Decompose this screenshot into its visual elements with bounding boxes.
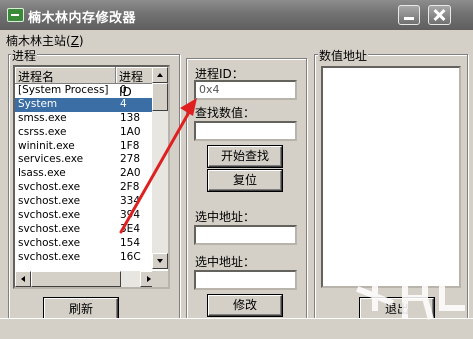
process-list-hscrollbar[interactable] (15, 271, 156, 287)
process-id: 3E4 (120, 222, 140, 235)
address-list[interactable] (321, 66, 461, 288)
start-search-button[interactable]: 开始查找 (207, 145, 283, 168)
process-name: svchost.exe (18, 222, 81, 235)
process-name: svchost.exe (18, 209, 81, 222)
process-id: 2A0 (120, 167, 141, 180)
scroll-corner (152, 271, 168, 287)
table-row[interactable]: services.exe 278 (15, 153, 156, 167)
menu-item-main-site-label: 楠木林主站( (6, 34, 71, 48)
process-id: 16C (120, 250, 141, 263)
process-name: System (18, 97, 58, 110)
process-list-vscrollbar[interactable] (152, 67, 168, 269)
table-row[interactable]: svchost.exe 154 (15, 237, 156, 251)
table-row[interactable]: System 4 (15, 97, 156, 112)
reset-button[interactable]: 复位 (207, 169, 283, 192)
close-button[interactable] (428, 5, 451, 25)
process-name: svchost.exe (18, 250, 81, 263)
pid-field[interactable]: 0x4 (194, 80, 297, 100)
process-id: 334 (120, 195, 141, 208)
process-name: svchost.exe (18, 195, 81, 208)
search-value-field[interactable] (194, 121, 297, 141)
process-id: 0 (120, 84, 127, 96)
process-id: 154 (120, 236, 141, 249)
table-row[interactable]: svchost.exe 16C (15, 251, 156, 265)
column-header-name[interactable]: 进程名 (15, 67, 116, 84)
scroll-left-button[interactable] (15, 271, 31, 287)
vscroll-thumb[interactable] (152, 83, 168, 111)
process-group-label: 进程 (11, 47, 38, 64)
selected-address-field-1[interactable] (194, 225, 297, 245)
process-id: 394 (120, 209, 141, 222)
process-id: 278 (120, 153, 141, 166)
search-value-label: 查找数值： (195, 106, 256, 120)
table-row[interactable]: lsass.exe 2A0 (15, 167, 156, 181)
table-row[interactable]: svchost.exe 394 (15, 209, 156, 223)
process-id: 1F8 (120, 139, 140, 152)
modify-button[interactable]: 修改 (207, 294, 283, 317)
table-row[interactable]: smss.exe 138 (15, 112, 156, 126)
process-name: svchost.exe (18, 181, 81, 194)
process-id: 2F8 (120, 181, 140, 194)
process-name: wininit.exe (18, 139, 75, 152)
exit-button[interactable]: 退出 (359, 297, 435, 321)
process-id: 4 (120, 97, 127, 110)
table-row[interactable]: svchost.exe 334 (15, 195, 156, 209)
app-icon (7, 8, 24, 22)
process-name: csrss.exe (18, 125, 67, 138)
process-name: [System Process] (18, 84, 109, 96)
menu-bar: 楠木林主站(Z) (0, 30, 473, 48)
scroll-up-button[interactable] (152, 67, 168, 83)
table-row[interactable]: wininit.exe 1F8 (15, 140, 156, 154)
minimize-button[interactable] (398, 5, 420, 25)
table-row[interactable]: svchost.exe 3E4 (15, 223, 156, 237)
hscroll-thumb[interactable] (31, 271, 121, 287)
process-name: smss.exe (18, 111, 67, 124)
process-id: 1A0 (120, 125, 141, 138)
menu-item-end: ) (78, 34, 84, 48)
window-title: 楠木林内存修改器 (28, 11, 137, 26)
column-header-pid[interactable]: 进程ID (116, 67, 156, 99)
process-list-rows: [System Process] 0 System 4 smss.exe 138 csrss… (15, 84, 156, 278)
status-bar (0, 318, 473, 339)
scroll-down-button[interactable] (152, 253, 168, 269)
process-list-header: 进程名 进程ID (15, 67, 156, 99)
address-group-label: 数值地址 (318, 47, 369, 64)
process-name: services.exe (18, 153, 84, 166)
refresh-button[interactable]: 刷新 (43, 297, 119, 321)
table-row[interactable]: svchost.exe 2F8 (15, 181, 156, 195)
title-bar[interactable]: 楠木林内存修改器 (0, 0, 473, 30)
process-name: lsass.exe (18, 167, 66, 180)
selected-address-label-2: 选中地址： (195, 255, 256, 269)
selected-address-field-2[interactable] (194, 270, 297, 290)
menu-item-accel: Z (70, 34, 79, 48)
process-name: svchost.exe (18, 236, 81, 249)
table-row[interactable]: csrss.exe 1A0 (15, 126, 156, 140)
process-list[interactable]: 进程名 进程ID [System Process] 0 System 4 smss.ex… (13, 65, 170, 289)
selected-address-label-1: 选中地址： (195, 210, 256, 224)
process-id: 138 (120, 111, 141, 124)
table-row[interactable]: [System Process] 0 (15, 84, 156, 98)
